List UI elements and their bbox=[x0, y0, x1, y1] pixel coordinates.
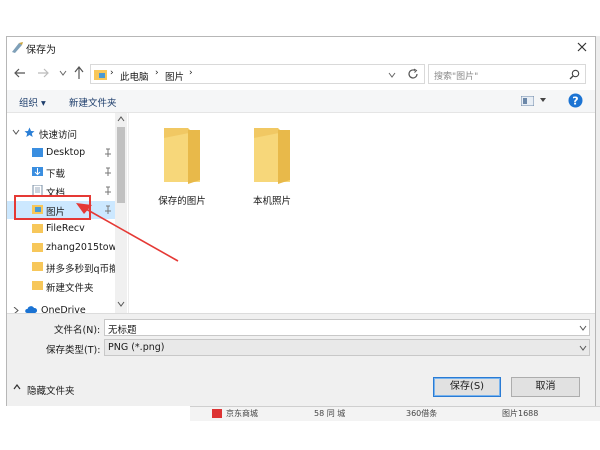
chevron-down-icon[interactable] bbox=[12, 129, 20, 136]
jd-icon bbox=[212, 409, 222, 418]
chevron-down-icon[interactable] bbox=[540, 98, 546, 103]
breadcrumb-pictures[interactable]: 图片 bbox=[165, 69, 184, 83]
file-item-label: 保存的图片 bbox=[158, 196, 206, 207]
bg-item-58: 58 同 城 bbox=[314, 409, 346, 418]
pin-icon[interactable] bbox=[104, 167, 112, 176]
nav-onedrive-label: OneDrive bbox=[41, 305, 86, 313]
download-folder-icon bbox=[32, 167, 43, 176]
filetype-select[interactable]: PNG (*.png) bbox=[104, 339, 590, 356]
search-placeholder: 搜索"图片" bbox=[434, 72, 479, 82]
scroll-down-icon[interactable] bbox=[117, 301, 125, 307]
nav-quick-access[interactable]: 快速访问 bbox=[7, 124, 117, 142]
breadcrumb-this-pc[interactable]: 此电脑 bbox=[120, 69, 149, 83]
address-bar[interactable]: › 此电脑 › 图片 › bbox=[90, 64, 425, 84]
bg-item-jd: 京东商城 bbox=[226, 409, 258, 418]
chevron-down-icon[interactable] bbox=[59, 69, 67, 77]
close-icon[interactable] bbox=[575, 40, 589, 54]
desktop-folder-icon bbox=[32, 148, 43, 157]
pin-icon[interactable] bbox=[104, 186, 112, 195]
pin-icon[interactable] bbox=[104, 148, 112, 157]
filetype-value: PNG (*.png) bbox=[108, 342, 165, 353]
filename-input[interactable]: 无标题 bbox=[104, 319, 590, 336]
command-bar: 组织 ▾ 新建文件夹 ? bbox=[7, 90, 595, 113]
nav-item-label: 下载 bbox=[46, 169, 66, 180]
scroll-up-icon[interactable] bbox=[117, 116, 125, 122]
file-item-camera-roll[interactable]: 本机照片 bbox=[232, 126, 312, 207]
file-item-saved-pictures[interactable]: 保存的图片 bbox=[142, 126, 222, 207]
folder-icon bbox=[32, 281, 43, 290]
breadcrumb-separator: › bbox=[155, 68, 159, 78]
cloud-icon bbox=[25, 306, 37, 313]
nav-item-label: 新建文件夹 bbox=[46, 283, 94, 294]
organize-menu[interactable]: 组织 ▾ bbox=[19, 95, 46, 109]
svg-text:?: ? bbox=[572, 95, 578, 108]
cancel-button[interactable]: 取消 bbox=[511, 377, 580, 397]
search-icon[interactable] bbox=[569, 69, 580, 80]
chevron-down-icon[interactable] bbox=[579, 345, 587, 351]
nav-quick-access-label: 快速访问 bbox=[39, 130, 78, 141]
background-taskbar: 京东商城 58 同 城 360借条 图片1688 bbox=[190, 406, 600, 421]
save-button[interactable]: 保存(S) bbox=[433, 377, 501, 397]
new-folder-button[interactable]: 新建文件夹 bbox=[69, 95, 117, 109]
bg-item-360: 360借条 bbox=[406, 409, 438, 418]
back-arrow-icon[interactable] bbox=[14, 67, 26, 79]
nav-item-downloads[interactable]: 下载 bbox=[7, 163, 117, 181]
folder-icon bbox=[164, 128, 200, 184]
help-icon[interactable]: ? bbox=[568, 93, 583, 108]
app-icon bbox=[12, 42, 23, 53]
chevron-up-icon[interactable] bbox=[13, 384, 21, 390]
filename-value: 无标题 bbox=[108, 325, 137, 336]
file-item-label: 本机照片 bbox=[252, 196, 291, 207]
breadcrumb-separator: › bbox=[189, 68, 193, 78]
hide-folders-toggle[interactable]: 隐藏文件夹 bbox=[27, 383, 75, 397]
dialog-title: 保存为 bbox=[26, 45, 56, 56]
up-arrow-icon[interactable] bbox=[73, 66, 85, 80]
folder-icon bbox=[32, 243, 43, 252]
star-icon bbox=[24, 127, 35, 137]
forward-arrow-icon[interactable] bbox=[37, 67, 49, 79]
folder-icon bbox=[254, 128, 290, 184]
nav-item-new-folder[interactable]: 新建文件夹 bbox=[7, 277, 117, 295]
nav-item-desktop[interactable]: Desktop bbox=[7, 144, 117, 162]
breadcrumb-separator: › bbox=[110, 68, 114, 78]
folder-icon bbox=[32, 224, 43, 233]
nav-onedrive[interactable]: OneDrive bbox=[7, 302, 117, 313]
view-options-icon[interactable] bbox=[521, 96, 534, 106]
search-input[interactable]: 搜索"图片" bbox=[428, 64, 586, 84]
refresh-icon[interactable] bbox=[407, 68, 419, 80]
chevron-down-icon[interactable] bbox=[388, 71, 396, 79]
filetype-label: 保存类型(T): bbox=[46, 345, 101, 356]
pictures-folder-icon bbox=[94, 70, 107, 80]
chevron-down-icon[interactable] bbox=[579, 325, 587, 331]
bg-item-1688: 图片1688 bbox=[502, 409, 539, 418]
nav-scrollbar-thumb[interactable] bbox=[117, 127, 125, 203]
nav-item-label: Desktop bbox=[46, 147, 86, 158]
folder-icon bbox=[32, 262, 43, 271]
filename-label: 文件名(N): bbox=[54, 325, 101, 336]
